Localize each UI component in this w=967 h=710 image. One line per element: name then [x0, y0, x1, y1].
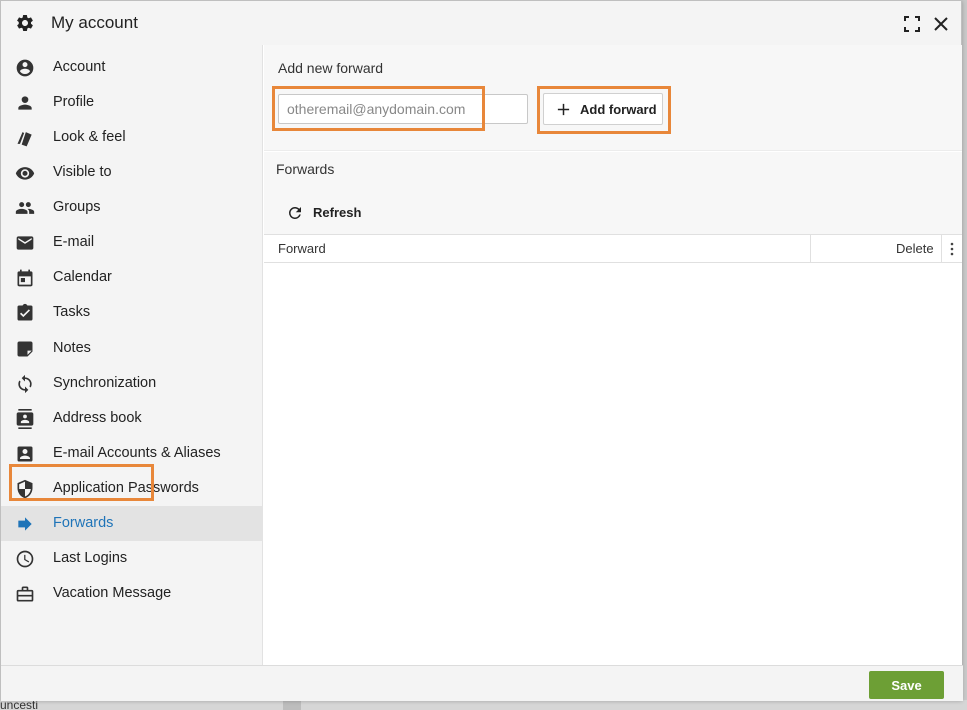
sidebar-item-label: Calendar [53, 269, 112, 285]
sidebar-item-vacation-message[interactable]: Vacation Message [1, 576, 263, 611]
sidebar-item-account[interactable]: Account [1, 50, 263, 85]
sidebar-item-look-feel[interactable]: Look & feel [1, 120, 263, 155]
sidebar-item-label: E-mail Accounts & Aliases [53, 445, 221, 461]
note-icon [17, 341, 33, 357]
sidebar-item-tasks[interactable]: Tasks [1, 295, 263, 330]
background-scrollbar [283, 700, 301, 710]
tasks-icon [17, 303, 33, 321]
sidebar-item-email[interactable]: E-mail [1, 225, 263, 260]
sidebar-item-address-book[interactable]: Address book [1, 401, 263, 436]
sidebar-item-label: Tasks [53, 304, 91, 320]
sidebar-item-calendar[interactable]: Calendar [1, 260, 263, 295]
sidebar-item-label: Forwards [53, 515, 114, 531]
sidebar-item-synchronization[interactable]: Synchronization [1, 366, 263, 401]
mail-icon [16, 236, 34, 250]
sidebar-item-label: Vacation Message [53, 585, 172, 601]
sidebar-item-forwards[interactable]: Forwards [1, 506, 263, 541]
sidebar-item-label: Look & feel [53, 129, 126, 145]
sidebar-item-email-accounts[interactable]: E-mail Accounts & Aliases [1, 436, 263, 471]
sidebar-item-label: Last Logins [53, 550, 128, 566]
sidebar-item-label: Address book [53, 410, 142, 426]
forwards-panel: Add new forward Add forward Forwards Ref… [264, 45, 962, 665]
sidebar-item-label: Groups [53, 199, 101, 215]
my-account-dialog: My account Account Profile Look & feel V… [0, 0, 963, 701]
sidebar-item-label: Account [53, 59, 106, 75]
briefcase-icon [16, 586, 34, 602]
refresh-button[interactable]: Refresh [282, 202, 382, 226]
close-icon[interactable] [931, 14, 951, 34]
add-forward-button-label: Add forward [580, 102, 657, 117]
sync-icon [18, 374, 32, 394]
forwards-title: Forwards [276, 161, 335, 177]
account-box-icon [17, 446, 33, 462]
dialog-title: My account [51, 13, 138, 32]
sidebar-item-groups[interactable]: Groups [1, 190, 263, 225]
sidebar-item-last-logins[interactable]: Last Logins [1, 541, 263, 576]
background-window: uncesti [0, 698, 967, 710]
group-icon [15, 202, 35, 214]
column-divider [941, 235, 942, 263]
address-book-icon [16, 409, 34, 429]
style-icon [17, 132, 32, 147]
sidebar-item-label: Synchronization [53, 375, 157, 391]
forward-arrow-icon [18, 517, 32, 531]
refresh-icon [288, 206, 301, 219]
sidebar: Account Profile Look & feel Visible to G… [1, 45, 263, 665]
shield-icon [17, 479, 33, 499]
save-button[interactable]: Save [869, 671, 944, 699]
column-divider [810, 235, 811, 263]
sidebar-item-notes[interactable]: Notes [1, 331, 263, 366]
person-icon [18, 96, 32, 110]
refresh-button-label: Refresh [313, 205, 362, 220]
add-forward-label: Add new forward [278, 60, 384, 76]
dialog-footer: Save [1, 665, 963, 701]
sidebar-item-label: Profile [53, 94, 95, 110]
sidebar-item-label: Visible to [53, 164, 112, 180]
plus-icon [557, 103, 570, 116]
calendar-icon [17, 269, 33, 287]
sidebar-item-application-passwords[interactable]: Application Passwords [1, 471, 263, 506]
account-circle-icon [16, 59, 34, 77]
eye-icon [15, 167, 35, 180]
column-header-delete[interactable]: Delete [896, 241, 934, 256]
clock-icon [16, 550, 34, 568]
add-forward-section: Add new forward Add forward [264, 45, 962, 151]
forwards-list-header: Forwards Refresh [264, 152, 962, 234]
add-forward-button[interactable]: Add forward [543, 93, 663, 125]
sidebar-item-profile[interactable]: Profile [1, 85, 263, 120]
sidebar-item-label: Notes [53, 340, 91, 356]
maximize-icon[interactable] [903, 15, 921, 33]
forward-email-input[interactable] [278, 94, 528, 124]
sidebar-item-label: Application Passwords [53, 480, 199, 496]
sidebar-item-label: E-mail [53, 234, 95, 250]
column-menu-icon[interactable] [948, 241, 956, 257]
forwards-table-header: Forward Delete [264, 234, 962, 263]
sidebar-item-visible-to[interactable]: Visible to [1, 155, 263, 190]
gear-icon [16, 14, 33, 31]
dialog-titlebar: My account [1, 1, 961, 45]
column-header-forward[interactable]: Forward [278, 241, 326, 256]
